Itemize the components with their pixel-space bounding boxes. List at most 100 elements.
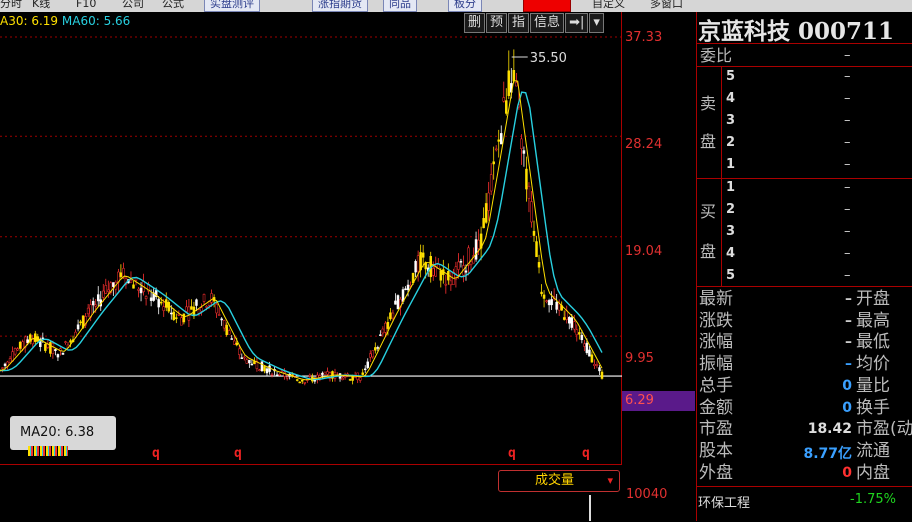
candle-body [575,329,579,336]
candle-body [195,299,198,306]
candle-body [343,376,347,378]
candle-body [215,304,218,314]
candle-body [573,321,576,330]
menu-f10[interactable]: F10 [76,0,96,11]
candle-body [535,241,538,258]
candle-body [112,282,115,287]
menu-custom[interactable]: 自定义 [592,0,625,11]
candle-body [51,343,55,355]
candle-body [76,324,80,330]
candle-body [243,356,246,359]
sell-level-1: 1 [726,157,736,172]
candle-body [464,270,468,273]
candle-body [600,371,604,379]
sell-level-5: 5 [726,69,736,84]
candle-body [585,342,589,354]
kline-chart[interactable]: 35.50 [0,12,622,464]
candle-body [54,349,57,352]
candle-body [326,371,329,375]
candle-body [358,377,362,381]
candle-body [1,367,4,369]
indicator-button[interactable]: 指 [508,13,530,33]
candle-body [497,139,500,142]
candle-body [381,328,385,334]
divider [696,43,912,44]
candle-body [245,359,249,364]
candle-body [26,339,29,343]
candle-body [434,266,438,277]
divider [721,178,722,286]
candle-body [94,304,97,307]
candle-body [159,301,163,304]
candle-body [21,341,24,350]
menu-red-button[interactable] [523,0,571,12]
buy-level-1: 1 [726,180,736,195]
peak-label: 35.50 [530,51,567,66]
menu-button-3[interactable]: 同品 [383,0,417,12]
menu-button-1[interactable]: 实盘测评 [204,0,260,12]
candle-body [570,317,574,328]
quote-label: 市盈 [699,419,733,440]
forecast-button[interactable]: 预 [486,13,508,33]
candle-body [172,311,176,320]
pin-icon[interactable]: ➡| [565,13,589,33]
weibi-label: 委比 [700,46,733,65]
candle-body [119,272,123,278]
candle-body [512,70,516,82]
menu-button-4[interactable]: 板分 [448,0,482,12]
candle-body [540,291,543,295]
candle-body [225,324,228,335]
candle-body [369,353,372,358]
sell-level-3: 3 [726,113,736,128]
candle-body [167,302,171,312]
candle-body [102,290,105,298]
menu-formula[interactable]: 公式 [162,0,184,11]
candle-body [233,340,236,345]
sector-name[interactable]: 环保工程 [698,492,750,511]
quote-label-right: 流通 [856,440,890,461]
candle-body [590,354,594,363]
candle-body [263,366,266,372]
candle-body [474,239,478,260]
quote-value: 18.42 [807,421,852,438]
volume-bars-preview [28,446,68,456]
candle-body [527,185,531,199]
candle-body [107,289,110,292]
quote-label-right: 最低 [856,332,890,353]
signal-q-4: q [582,446,590,461]
buy-level-4: 4 [726,246,736,261]
candle-body [588,349,591,357]
menu-fenshi[interactable]: 分时 [0,0,22,11]
menu-button-2[interactable]: 涨指期货 [312,0,368,12]
menu-company[interactable]: 公司 [122,0,144,11]
candle-body [61,352,65,355]
delete-button[interactable]: 删 [464,13,486,33]
chevron-down-icon[interactable]: ▾ [589,13,604,33]
menu-multi-window[interactable]: 多窗口 [650,0,683,11]
candle-body [321,372,324,375]
quote-label: 股本 [699,440,733,461]
candle-body [363,368,367,371]
menu-kline[interactable]: K线 [32,0,50,11]
quote-value: 0 [842,399,852,416]
candle-body [64,341,67,343]
candle-body [416,255,420,272]
candle-body [202,294,206,302]
info-button[interactable]: 信息 [530,13,565,33]
y-label-4: 9.95 [625,351,654,366]
candle-body [190,306,193,310]
buy-level-2: 2 [726,202,736,217]
candle-body [205,306,208,308]
candle-body [484,203,488,223]
quote-value: – [845,356,852,373]
candle-body [404,288,407,291]
volume-label: 成交量 [535,473,575,488]
candlesticks [0,49,604,386]
candle-body [499,133,503,145]
candle-body [238,348,241,355]
volume-bar [589,495,591,521]
candle-body [139,287,143,294]
volume-selector[interactable]: 成交量 ▾ [498,470,620,492]
sell-level-value: – [844,135,851,150]
buy-level-value: – [844,180,851,195]
